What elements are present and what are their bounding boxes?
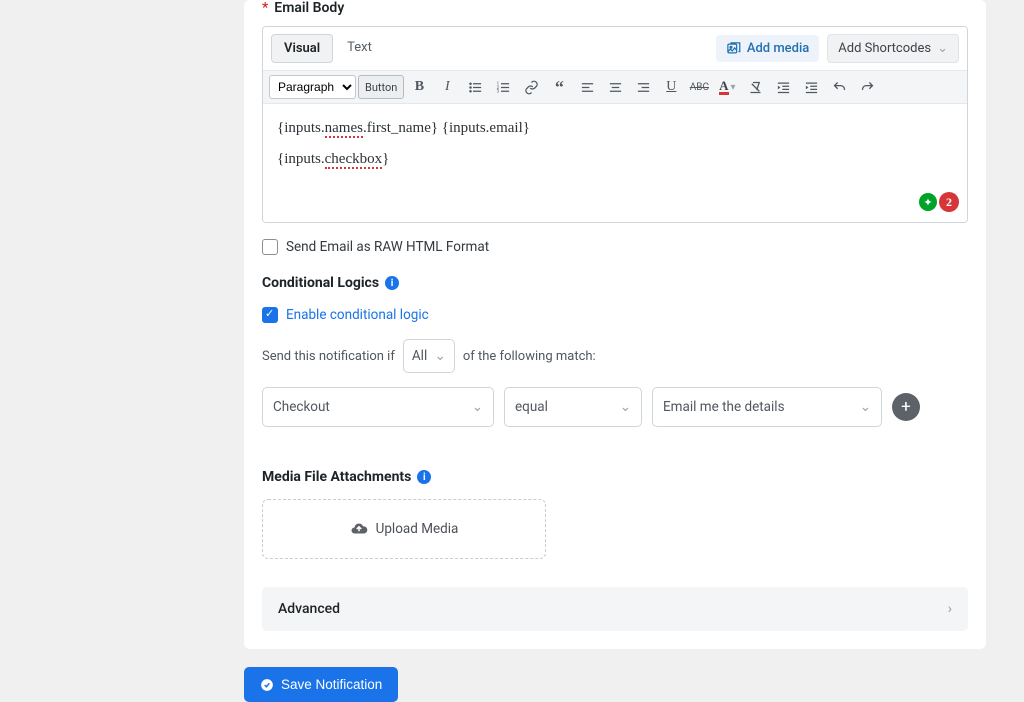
upload-media-button[interactable]: Upload Media [262,499,546,559]
upload-media-label: Upload Media [376,521,459,537]
logic-text-before: Send this notification if [262,349,395,364]
raw-html-checkbox[interactable] [262,239,278,255]
insert-button-btn[interactable]: Button [358,75,404,99]
numbered-list-btn[interactable]: 123 [490,75,516,99]
email-body-label-text: Email Body [274,0,344,16]
svg-text:3: 3 [496,89,499,94]
logic-text-after: of the following match: [463,349,596,364]
chevron-down-icon: ⌄ [860,399,871,415]
editor-content[interactable]: {inputs.names.first_name} {inputs.email}… [263,104,967,222]
align-right-btn[interactable] [630,75,656,99]
enable-conditional-row: Enable conditional logic [262,307,968,323]
email-body-label: * Email Body [262,0,968,16]
info-icon[interactable]: i [417,470,431,484]
advanced-label: Advanced [278,601,340,617]
strikethrough-btn[interactable]: ABC [686,75,712,99]
save-button-label: Save Notification [281,677,382,692]
underline-btn[interactable]: U [658,75,684,99]
chevron-down-icon: ⌄ [472,399,483,415]
save-notification-button[interactable]: Save Notification [244,667,398,702]
attachments-heading: Media File Attachments i [262,469,968,485]
chevron-down-icon: ⌄ [435,348,446,364]
redo-btn[interactable] [854,75,880,99]
grammarly-icon[interactable]: ✦ [919,193,937,211]
tab-text[interactable]: Text [335,34,384,63]
enable-conditional-label[interactable]: Enable conditional logic [286,307,429,323]
error-count-badge[interactable]: 2 [939,192,959,212]
editor-topbar: Visual Text Add media Add Shortcodes ⌄ [263,27,967,71]
align-left-btn[interactable] [574,75,600,99]
add-media-button[interactable]: Add media [716,35,819,62]
info-icon[interactable]: i [385,276,399,290]
enable-conditional-checkbox[interactable] [262,307,278,323]
add-media-label: Add media [747,41,809,56]
cloud-upload-icon [350,520,368,538]
editor-line: {inputs.checkbox} [277,151,953,168]
editor-tabs: Visual Text [271,34,384,63]
chevron-down-icon: ⌄ [937,41,948,56]
editor-container: Visual Text Add media Add Shortcodes ⌄ P… [262,26,968,223]
chevron-right-icon: › [948,601,952,617]
align-center-btn[interactable] [602,75,628,99]
blockquote-btn[interactable]: “ [546,75,572,99]
bold-btn[interactable]: B [406,75,432,99]
indent-btn[interactable] [798,75,824,99]
text-color-btn[interactable]: A ▾ [714,75,740,99]
logic-rule-row: Checkout⌄ equal⌄ Email me the details⌄ + [262,387,968,427]
chevron-down-icon: ⌄ [620,399,631,415]
match-mode-select[interactable]: All ⌄ [403,339,455,373]
chevron-down-icon: ▾ [731,82,736,93]
add-shortcodes-button[interactable]: Add Shortcodes ⌄ [827,34,959,63]
editor-toolbar: Paragraph Button B I 123 “ U ABC A ▾ [263,71,967,104]
tab-visual[interactable]: Visual [271,34,333,63]
conditional-logics-heading: Conditional Logics i [262,275,968,291]
add-shortcodes-label: Add Shortcodes [838,41,931,56]
logic-field-select[interactable]: Checkout⌄ [262,387,494,427]
clear-format-btn[interactable] [742,75,768,99]
bullet-list-btn[interactable] [462,75,488,99]
advanced-accordion[interactable]: Advanced › [262,587,968,631]
raw-html-label[interactable]: Send Email as RAW HTML Format [286,239,489,255]
undo-btn[interactable] [826,75,852,99]
italic-btn[interactable]: I [434,75,460,99]
format-select[interactable]: Paragraph [269,75,356,99]
logic-sentence: Send this notification if All ⌄ of the f… [262,339,968,373]
editor-line: {inputs.names.first_name} {inputs.email} [277,120,953,137]
link-btn[interactable] [518,75,544,99]
proofing-badges: ✦ 2 [919,192,959,212]
media-icon [726,41,741,56]
outdent-btn[interactable] [770,75,796,99]
logic-value-select[interactable]: Email me the details⌄ [652,387,882,427]
add-rule-button[interactable]: + [892,393,920,421]
check-circle-icon [260,678,274,692]
raw-html-row: Send Email as RAW HTML Format [262,239,968,255]
required-star: * [262,0,268,16]
logic-operator-select[interactable]: equal⌄ [504,387,642,427]
